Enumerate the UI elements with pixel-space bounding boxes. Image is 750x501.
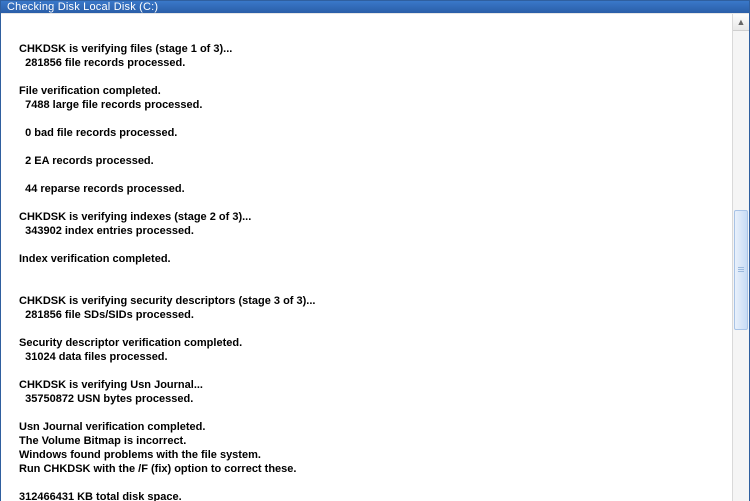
output-line [19,112,714,126]
output-line: CHKDSK is verifying indexes (stage 2 of … [19,210,714,224]
output-line: The Volume Bitmap is incorrect. [19,434,714,448]
output-line: File verification completed. [19,84,714,98]
output-line [19,406,714,420]
output-line: Run CHKDSK with the /F (fix) option to c… [19,462,714,476]
output-line [19,168,714,182]
output-line: 31024 data files processed. [19,350,714,364]
output-line: 35750872 USN bytes processed. [19,392,714,406]
output-line [19,476,714,490]
output-line: 2 EA records processed. [19,154,714,168]
output-line [19,280,714,294]
output-line: 44 reparse records processed. [19,182,714,196]
scroll-track[interactable] [733,31,749,501]
output-line [19,28,714,42]
output-line [19,266,714,280]
output-line: Windows found problems with the file sys… [19,448,714,462]
output-line [19,140,714,154]
window-title: Checking Disk Local Disk (C:) [7,1,158,13]
output-line: CHKDSK is verifying files (stage 1 of 3)… [19,42,714,56]
output-line: CHKDSK is verifying Usn Journal... [19,378,714,392]
scroll-up-button[interactable]: ▲ [733,14,749,31]
output-line [19,364,714,378]
vertical-scrollbar[interactable]: ▲ ▼ [732,14,749,501]
output-line: 312466431 KB total disk space. [19,490,714,501]
output-area: CHKDSK is verifying files (stage 1 of 3)… [1,14,732,501]
output-line: CHKDSK is verifying security descriptors… [19,294,714,308]
output-line: Security descriptor verification complet… [19,336,714,350]
output-line: Usn Journal verification completed. [19,420,714,434]
output-line [19,196,714,210]
output-line: 281856 file SDs/SIDs processed. [19,308,714,322]
output-line [19,322,714,336]
output-line [19,70,714,84]
output-line: Index verification completed. [19,252,714,266]
output-line: 343902 index entries processed. [19,224,714,238]
title-bar[interactable]: Checking Disk Local Disk (C:) [1,1,749,13]
window-body: CHKDSK is verifying files (stage 1 of 3)… [1,13,749,501]
output-line: 7488 large file records processed. [19,98,714,112]
output-line: 281856 file records processed. [19,56,714,70]
output-line: 0 bad file records processed. [19,126,714,140]
chkdsk-window: Checking Disk Local Disk (C:) CHKDSK is … [0,0,750,501]
scroll-thumb[interactable] [734,210,748,330]
output-line [19,238,714,252]
